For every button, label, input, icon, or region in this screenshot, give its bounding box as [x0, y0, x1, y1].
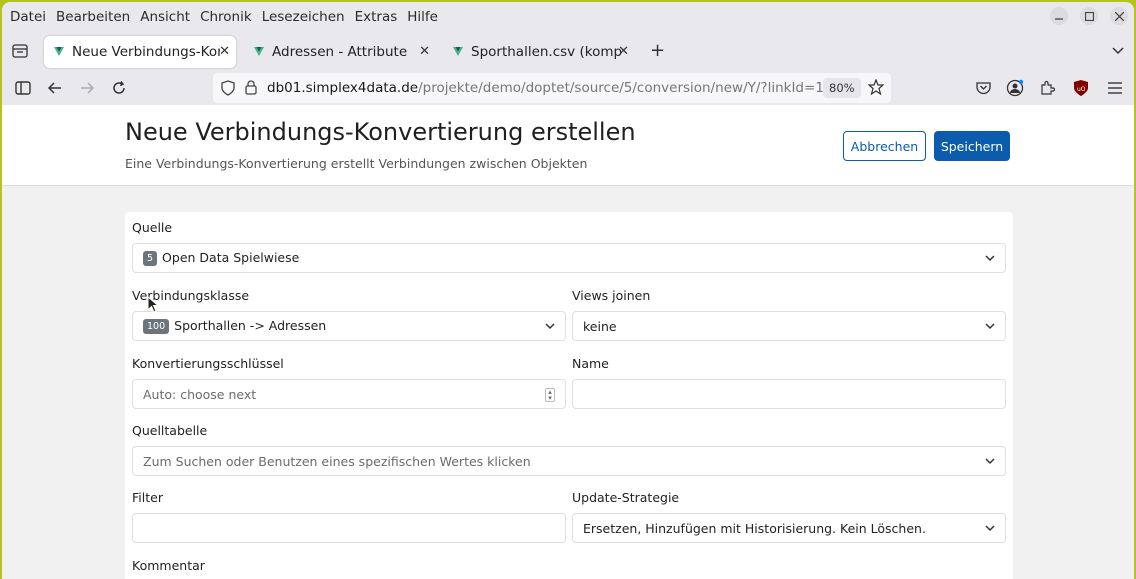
ublock-icon[interactable]: uO — [1072, 79, 1090, 97]
extensions-icon[interactable] — [1038, 79, 1056, 97]
close-tab-icon[interactable]: ✕ — [219, 44, 230, 59]
verbindungsklasse-badge: 100 — [143, 319, 170, 334]
menu-lesezeichen[interactable]: Lesezeichen — [260, 9, 347, 25]
chevron-down-icon — [985, 458, 995, 465]
minimize-icon[interactable] — [1050, 7, 1068, 25]
browser-chrome: Datei Bearbeiten Ansicht Chronik Lesezei… — [2, 2, 1134, 105]
cancel-button[interactable]: Abbrechen — [843, 131, 926, 161]
back-icon[interactable] — [46, 79, 64, 97]
tab-neue-verbindung[interactable]: Neue Verbindungs-Konve ✕ — [44, 36, 236, 68]
tab-list-icon[interactable] — [10, 41, 30, 61]
menu-extras[interactable]: Extras — [353, 9, 400, 25]
close-tab-icon[interactable]: ✕ — [618, 44, 629, 59]
tab-title: Neue Verbindungs-Konve — [72, 44, 220, 60]
quelltabelle-label: Quelltabelle — [132, 423, 208, 438]
vue-favicon-icon — [54, 47, 64, 56]
verbindungsklasse-value: Sporthallen -> Adressen — [174, 318, 327, 333]
sidebar-icon[interactable] — [14, 79, 32, 97]
new-tab-icon[interactable]: + — [650, 42, 665, 60]
close-window-icon[interactable] — [1110, 7, 1128, 25]
quelle-value: Open Data Spielwiese — [162, 250, 300, 265]
list-all-tabs-icon[interactable] — [1112, 44, 1124, 59]
close-tab-icon[interactable]: ✕ — [419, 44, 430, 59]
kommentar-label: Kommentar — [132, 558, 205, 573]
tabbar: Neue Verbindungs-Konve ✕ Adressen - Attr… — [2, 34, 1134, 68]
chevron-down-icon — [985, 255, 995, 262]
strategie-select[interactable]: Ersetzen, Hinzufügen mit Historisierung.… — [572, 513, 1006, 543]
pocket-icon[interactable] — [974, 79, 992, 97]
url-bar[interactable]: db01.simplex4data.de/projekte/demo/dopte… — [213, 73, 891, 103]
menu-ansicht[interactable]: Ansicht — [138, 9, 192, 25]
menu-chronik[interactable]: Chronik — [198, 9, 254, 25]
account-icon[interactable] — [1006, 79, 1024, 97]
form-card: Quelle 5 Open Data Spielwiese Verbindungs… — [125, 212, 1013, 579]
mouse-cursor-icon — [147, 296, 159, 313]
save-button[interactable]: Speichern — [934, 131, 1010, 161]
url-text[interactable]: db01.simplex4data.de/projekte/demo/dopte… — [267, 80, 841, 96]
filter-label: Filter — [132, 490, 163, 505]
tab-sporthallen[interactable]: Sporthallen.csv (komplett ✕ — [443, 36, 635, 68]
quelle-badge: 5 — [143, 251, 158, 266]
zoom-indicator[interactable]: 80% — [823, 78, 861, 98]
menu-datei[interactable]: Datei — [8, 9, 48, 25]
bookmark-star-icon[interactable] — [867, 78, 885, 99]
views-label: Views joinen — [572, 288, 651, 303]
window-controls — [1050, 7, 1128, 25]
reload-icon[interactable] — [110, 79, 128, 97]
menubar: Datei Bearbeiten Ansicht Chronik Lesezei… — [2, 2, 1134, 32]
tab-title: Adressen - Attribute — [272, 44, 408, 60]
forward-icon[interactable] — [78, 79, 96, 97]
schluessel-input[interactable]: Auto: choose next ▴ ▾ — [132, 379, 566, 409]
page-content: Neue Verbindungs-Konvertierung erstellen… — [2, 105, 1134, 579]
vue-favicon-icon — [254, 47, 264, 56]
number-spinner-icon[interactable]: ▴ ▾ — [545, 388, 555, 402]
views-value: keine — [583, 318, 617, 334]
svg-text:uO: uO — [1077, 86, 1086, 93]
schluessel-placeholder: Auto: choose next — [143, 386, 257, 402]
page-header: Neue Verbindungs-Konvertierung erstellen… — [2, 105, 1134, 186]
menu-bearbeiten[interactable]: Bearbeiten — [54, 9, 132, 25]
page-title: Neue Verbindungs-Konvertierung erstellen — [125, 118, 636, 146]
menu-hilfe[interactable]: Hilfe — [405, 9, 440, 25]
tab-adressen[interactable]: Adressen - Attribute ✕ — [244, 36, 436, 68]
tab-title: Sporthallen.csv (komplett — [471, 44, 621, 60]
chevron-down-icon — [985, 525, 995, 532]
name-label: Name — [572, 356, 609, 371]
hamburger-menu-icon[interactable] — [1106, 79, 1124, 97]
chevron-down-icon — [545, 323, 555, 330]
lock-icon[interactable] — [245, 80, 257, 99]
strategie-value: Ersetzen, Hinzufügen mit Historisierung.… — [583, 520, 926, 536]
schluessel-label: Konvertierungsschlüssel — [132, 356, 284, 371]
vue-favicon-icon — [453, 47, 463, 56]
name-input[interactable] — [572, 379, 1006, 409]
quelle-select[interactable]: 5 Open Data Spielwiese — [132, 243, 1006, 273]
filter-input[interactable] — [132, 513, 566, 543]
verbindungsklasse-select[interactable]: 100 Sporthallen -> Adressen — [132, 311, 566, 341]
page-subtitle: Eine Verbindungs-Konvertierung erstellt … — [125, 156, 588, 171]
quelltabelle-placeholder: Zum Suchen oder Benutzen eines spezifisc… — [143, 453, 531, 469]
quelle-label: Quelle — [132, 220, 173, 235]
chevron-down-icon — [985, 323, 995, 330]
maximize-icon[interactable] — [1080, 7, 1098, 25]
quelltabelle-select[interactable]: Zum Suchen oder Benutzen eines spezifisc… — [132, 446, 1006, 476]
strategie-label: Update-Strategie — [572, 490, 680, 505]
navbar: db01.simplex4data.de/projekte/demo/dopte… — [2, 70, 1134, 106]
views-select[interactable]: keine — [572, 311, 1006, 341]
shield-icon[interactable] — [221, 80, 235, 100]
